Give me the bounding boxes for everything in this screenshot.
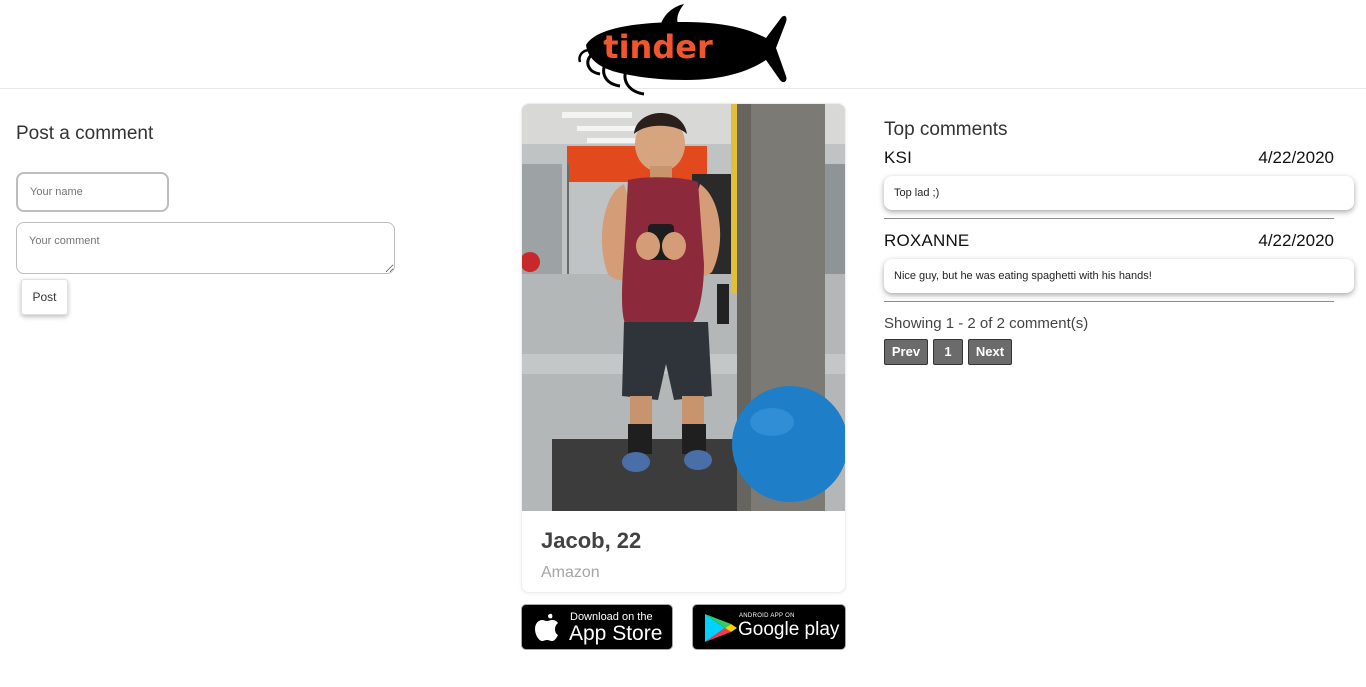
tinder-catfish-logo[interactable]: tinder bbox=[576, 0, 790, 100]
name-input[interactable] bbox=[16, 172, 169, 212]
page-1-button[interactable]: 1 bbox=[933, 339, 963, 365]
profile-photo bbox=[522, 104, 845, 511]
svg-text:tinder: tinder bbox=[603, 28, 713, 66]
prev-page-button[interactable]: Prev bbox=[884, 339, 928, 365]
comment-date: 4/22/2020 bbox=[1258, 148, 1334, 167]
profile-name-age: Jacob, 22 bbox=[541, 528, 642, 553]
profile-job: Amazon bbox=[541, 564, 600, 581]
google-play-badge[interactable]: ANDROID APP ON Google play bbox=[692, 604, 846, 650]
comment-text: Top lad ;) bbox=[884, 176, 1354, 210]
top-comments-title: Top comments bbox=[884, 119, 1008, 140]
site-header: tinder bbox=[0, 0, 1366, 96]
next-page-button[interactable]: Next bbox=[968, 339, 1012, 365]
comment-author: ROXANNE bbox=[884, 231, 970, 250]
comment-textarea[interactable] bbox=[16, 222, 395, 274]
comment-divider bbox=[884, 301, 1334, 302]
google-play-icon bbox=[705, 614, 737, 642]
comment-author: KSI bbox=[884, 148, 913, 167]
comment-text: Nice guy, but he was eating spaghetti wi… bbox=[884, 259, 1354, 293]
post-button[interactable]: Post bbox=[21, 279, 68, 315]
app-store-badge[interactable]: Download on the App Store bbox=[521, 604, 673, 650]
comment-date: 4/22/2020 bbox=[1258, 231, 1334, 250]
google-play-big-text: Google play bbox=[738, 619, 840, 640]
comment-divider bbox=[884, 218, 1334, 219]
post-comment-title: Post a comment bbox=[16, 123, 154, 144]
profile-card: Jacob, 22 Amazon bbox=[521, 103, 846, 593]
comments-count-text: Showing 1 - 2 of 2 comment(s) bbox=[884, 315, 1089, 332]
app-store-big-text: App Store bbox=[569, 622, 663, 645]
